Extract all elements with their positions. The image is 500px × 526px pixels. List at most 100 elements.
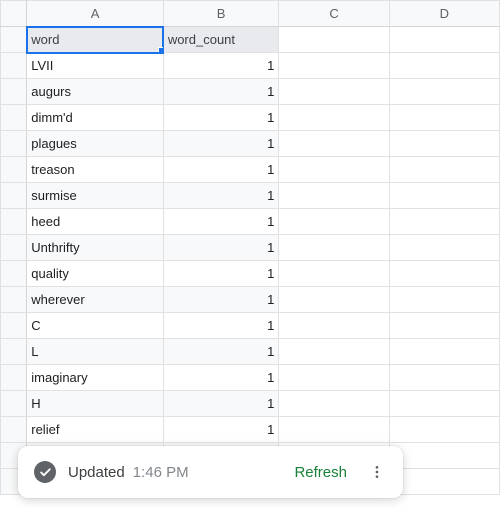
cell-word[interactable]: surmise bbox=[27, 183, 164, 209]
cell-count[interactable]: 1 bbox=[163, 79, 279, 105]
cell-empty[interactable] bbox=[279, 53, 389, 79]
table-row: relief1 bbox=[1, 417, 500, 443]
row-header[interactable] bbox=[1, 131, 27, 157]
table-row: augurs1 bbox=[1, 79, 500, 105]
cell-empty[interactable] bbox=[389, 469, 499, 495]
row-header[interactable] bbox=[1, 391, 27, 417]
cell-word[interactable]: wherever bbox=[27, 287, 164, 313]
cell-empty[interactable] bbox=[279, 157, 389, 183]
cell-empty[interactable] bbox=[389, 365, 499, 391]
row-header[interactable] bbox=[1, 209, 27, 235]
cell-empty[interactable] bbox=[279, 313, 389, 339]
cell-count[interactable]: 1 bbox=[163, 365, 279, 391]
cell-word[interactable]: treason bbox=[27, 157, 164, 183]
cell-count[interactable]: 1 bbox=[163, 287, 279, 313]
row-header[interactable] bbox=[1, 365, 27, 391]
cell-empty[interactable] bbox=[389, 287, 499, 313]
cell-word[interactable]: heed bbox=[27, 209, 164, 235]
cell-count[interactable]: 1 bbox=[163, 183, 279, 209]
column-header-C[interactable]: C bbox=[279, 1, 389, 27]
cell-count[interactable]: 1 bbox=[163, 209, 279, 235]
cell-B1[interactable]: word_count bbox=[163, 27, 279, 53]
cell-count[interactable]: 1 bbox=[163, 417, 279, 443]
cell-word[interactable]: L bbox=[27, 339, 164, 365]
cell-empty[interactable] bbox=[279, 287, 389, 313]
cell-empty[interactable] bbox=[279, 105, 389, 131]
row-header[interactable] bbox=[1, 157, 27, 183]
check-icon bbox=[34, 461, 56, 483]
cell-empty[interactable] bbox=[389, 313, 499, 339]
cell-empty[interactable] bbox=[389, 105, 499, 131]
cell-empty[interactable] bbox=[389, 261, 499, 287]
cell-empty[interactable] bbox=[279, 339, 389, 365]
cell-empty[interactable] bbox=[389, 157, 499, 183]
row-header[interactable] bbox=[1, 261, 27, 287]
table-row: plagues1 bbox=[1, 131, 500, 157]
cell-empty[interactable] bbox=[389, 417, 499, 443]
cell-count[interactable]: 1 bbox=[163, 391, 279, 417]
cell-count[interactable]: 1 bbox=[163, 53, 279, 79]
cell-empty[interactable] bbox=[279, 183, 389, 209]
column-header-A[interactable]: A bbox=[27, 1, 164, 27]
cell-word[interactable]: H bbox=[27, 391, 164, 417]
row-header[interactable] bbox=[1, 313, 27, 339]
cell-count[interactable]: 1 bbox=[163, 261, 279, 287]
more-vert-icon bbox=[369, 464, 385, 480]
column-header-B[interactable]: B bbox=[163, 1, 279, 27]
spreadsheet-grid[interactable]: A B C D word word_count LVII1augurs1dimm… bbox=[0, 0, 500, 495]
row-header[interactable] bbox=[1, 79, 27, 105]
cell-empty[interactable] bbox=[389, 443, 499, 469]
cell-word[interactable]: C bbox=[27, 313, 164, 339]
row-header[interactable] bbox=[1, 287, 27, 313]
cell-empty[interactable] bbox=[389, 53, 499, 79]
cell-empty[interactable] bbox=[389, 183, 499, 209]
cell-empty[interactable] bbox=[279, 417, 389, 443]
cell-C1[interactable] bbox=[279, 27, 389, 53]
cell-count[interactable]: 1 bbox=[163, 235, 279, 261]
cell-empty[interactable] bbox=[279, 261, 389, 287]
row-header[interactable] bbox=[1, 183, 27, 209]
refresh-button[interactable]: Refresh bbox=[294, 464, 347, 481]
cell-empty[interactable] bbox=[389, 391, 499, 417]
cell-word[interactable]: imaginary bbox=[27, 365, 164, 391]
cell-empty[interactable] bbox=[389, 131, 499, 157]
cell-empty[interactable] bbox=[389, 235, 499, 261]
row-header[interactable] bbox=[1, 27, 27, 53]
cell-word[interactable]: relief bbox=[27, 417, 164, 443]
row-header[interactable] bbox=[1, 105, 27, 131]
cell-word[interactable]: plagues bbox=[27, 131, 164, 157]
cell-D1[interactable] bbox=[389, 27, 499, 53]
row-header[interactable] bbox=[1, 235, 27, 261]
cell-word[interactable]: LVII bbox=[27, 53, 164, 79]
cell-empty[interactable] bbox=[279, 365, 389, 391]
row-header[interactable] bbox=[1, 417, 27, 443]
cell-word[interactable]: Unthrifty bbox=[27, 235, 164, 261]
cell-empty[interactable] bbox=[279, 235, 389, 261]
row-header[interactable] bbox=[1, 53, 27, 79]
cell-count[interactable]: 1 bbox=[163, 339, 279, 365]
cell-count[interactable]: 1 bbox=[163, 157, 279, 183]
column-header-D[interactable]: D bbox=[389, 1, 499, 27]
cell-count[interactable]: 1 bbox=[163, 105, 279, 131]
cell-count[interactable]: 1 bbox=[163, 313, 279, 339]
table-row: H1 bbox=[1, 391, 500, 417]
cell-A1-active[interactable]: word bbox=[27, 27, 164, 53]
row-header[interactable] bbox=[1, 339, 27, 365]
table-row: C1 bbox=[1, 313, 500, 339]
cell-word[interactable]: augurs bbox=[27, 79, 164, 105]
cell-count[interactable]: 1 bbox=[163, 131, 279, 157]
corner-cell[interactable] bbox=[1, 1, 27, 27]
cell-empty[interactable] bbox=[279, 391, 389, 417]
table-row: L1 bbox=[1, 339, 500, 365]
cell-empty[interactable] bbox=[389, 209, 499, 235]
more-options-button[interactable] bbox=[361, 456, 393, 488]
cell-empty[interactable] bbox=[389, 339, 499, 365]
cell-word[interactable]: quality bbox=[27, 261, 164, 287]
cell-empty[interactable] bbox=[279, 79, 389, 105]
cell-word[interactable]: dimm'd bbox=[27, 105, 164, 131]
cell-empty[interactable] bbox=[279, 131, 389, 157]
cell-empty[interactable] bbox=[389, 79, 499, 105]
status-toast: Updated 1:46 PM Refresh bbox=[18, 446, 403, 498]
cell-empty[interactable] bbox=[279, 209, 389, 235]
table-row: treason1 bbox=[1, 157, 500, 183]
